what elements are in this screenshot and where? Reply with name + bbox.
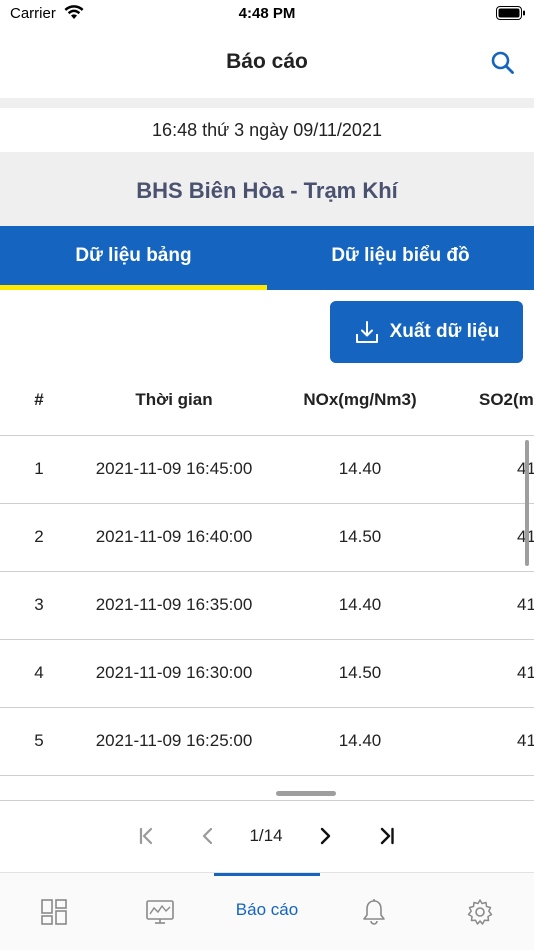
section-divider xyxy=(0,98,534,108)
cell-time: 2021-11-09 16:30:00 xyxy=(95,663,253,682)
cell-nox: 14.50 xyxy=(338,663,382,682)
table-row: 1 2021-11-09 16:45:00 14.40 41 xyxy=(0,436,534,504)
data-table[interactable]: 1 2021-11-09 16:45:00 14.40 41 2 2021-11… xyxy=(0,436,534,800)
table-row: 2 2021-11-09 16:40:00 14.50 41 xyxy=(0,504,534,572)
first-page-button[interactable] xyxy=(132,822,160,850)
gear-icon xyxy=(467,899,493,925)
previous-page-button[interactable] xyxy=(194,822,222,850)
chevron-left-icon xyxy=(202,827,213,845)
cell-index: 5 xyxy=(34,731,44,750)
cell-nox: 14.40 xyxy=(338,459,382,478)
export-data-button[interactable]: Xuất dữ liệu xyxy=(330,301,523,363)
table-row: 4 2021-11-09 16:30:00 14.50 41 xyxy=(0,640,534,708)
search-icon xyxy=(491,51,514,74)
monitor-chart-icon xyxy=(146,900,174,924)
tab-dashboard[interactable] xyxy=(20,873,88,950)
nav-bar: Báo cáo xyxy=(0,28,534,98)
page-indicator: 1/14 xyxy=(249,826,283,845)
last-page-icon xyxy=(380,827,394,845)
tab-notifications[interactable] xyxy=(340,873,408,950)
active-tab-indicator xyxy=(214,873,320,876)
cell-time: 2021-11-09 16:45:00 xyxy=(95,459,253,478)
divider xyxy=(0,800,534,801)
cell-so2: 41 xyxy=(517,663,534,682)
tab-settings[interactable] xyxy=(446,873,514,950)
pagination: 1/14 xyxy=(0,808,534,864)
vertical-scrollbar[interactable] xyxy=(525,440,529,566)
cell-index: 4 xyxy=(34,663,44,682)
chevron-right-icon xyxy=(320,827,331,845)
table-row: 3 2021-11-09 16:35:00 14.40 41 xyxy=(0,572,534,640)
cell-so2: 41 xyxy=(517,595,534,614)
cell-index: 3 xyxy=(34,595,44,614)
header-time: Thời gian xyxy=(135,390,213,409)
cell-nox: 14.40 xyxy=(338,595,382,614)
tab-reports-label: Báo cáo xyxy=(235,900,299,919)
tab-reports[interactable]: Báo cáo xyxy=(214,873,320,950)
cell-time: 2021-11-09 16:40:00 xyxy=(95,527,253,546)
cell-time: 2021-11-09 16:35:00 xyxy=(95,595,253,614)
last-page-button[interactable] xyxy=(373,822,401,850)
bell-icon xyxy=(363,899,385,925)
cell-index: 2 xyxy=(34,527,44,546)
tab-chart-data[interactable]: Dữ liệu biểu đồ xyxy=(267,226,534,290)
view-tabs: Dữ liệu bảng Dữ liệu biểu đồ xyxy=(0,226,534,290)
station-name: BHS Biên Hòa - Trạm Khí xyxy=(0,152,534,226)
export-data-label: Xuất dữ liệu xyxy=(389,321,500,342)
horizontal-scrollbar[interactable] xyxy=(276,791,336,796)
table-row: 5 2021-11-09 16:25:00 14.40 41 xyxy=(0,708,534,776)
tab-table-data[interactable]: Dữ liệu bảng xyxy=(0,226,267,290)
cell-nox: 14.50 xyxy=(338,527,382,546)
next-page-button[interactable] xyxy=(311,822,339,850)
status-time: 4:48 PM xyxy=(238,5,296,22)
header-so2: SO2(m xyxy=(479,390,534,409)
status-bar: Carrier 4:48 PM xyxy=(0,0,534,28)
page-title: Báo cáo xyxy=(226,50,308,73)
cell-time: 2021-11-09 16:25:00 xyxy=(95,731,253,750)
cell-so2: 41 xyxy=(517,731,534,750)
first-page-icon xyxy=(139,827,153,845)
search-button[interactable] xyxy=(488,48,518,78)
header-nox: NOx(mg/Nm3) xyxy=(303,390,417,409)
battery-icon xyxy=(496,6,525,20)
download-icon xyxy=(355,321,378,343)
cell-index: 1 xyxy=(34,459,44,478)
dashboard-icon xyxy=(41,899,67,925)
cell-nox: 14.40 xyxy=(338,731,382,750)
bottom-tab-bar: Báo cáo xyxy=(0,872,534,950)
tab-monitoring[interactable] xyxy=(126,873,194,950)
report-datetime: 16:48 thứ 3 ngày 09/11/2021 xyxy=(0,108,534,152)
header-index: # xyxy=(34,390,44,409)
table-header: # Thời gian NOx(mg/Nm3) SO2(m xyxy=(0,370,534,436)
